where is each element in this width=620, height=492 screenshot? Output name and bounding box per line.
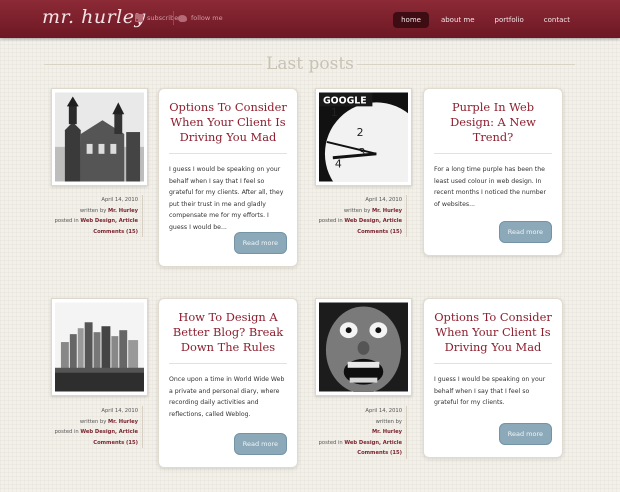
post-meta: April 14, 2010 written by Mr. Hurley pos… (317, 406, 407, 459)
header-divider (173, 11, 174, 25)
follow-link[interactable]: follow me (178, 14, 223, 22)
subscribe-link[interactable]: subscribe (135, 14, 178, 22)
post-excerpt: Once upon a time in World Wide Web a pri… (169, 376, 285, 418)
site-logo[interactable]: mr. hurley (42, 6, 146, 28)
post-title[interactable]: Options To Consider When Your Client Is … (169, 100, 287, 154)
clock-icon: 2 3 1 4 GOOGLE (319, 92, 408, 182)
post-categories[interactable]: Web Design, Article (344, 440, 402, 446)
post-meta: April 14, 2010 written by Mr. Hurley pos… (53, 406, 143, 448)
posted-in-label: posted in (54, 429, 79, 435)
post-comments[interactable]: Comments (15) (53, 227, 138, 238)
svg-text:1: 1 (331, 106, 338, 119)
post-author[interactable]: Mr. Hurley (372, 429, 402, 435)
post-title[interactable]: Purple In Web Design: A New Trend? (434, 100, 552, 154)
post-categories[interactable]: Web Design, Article (344, 218, 402, 224)
rss-icon (135, 14, 143, 22)
post-thumbnail[interactable] (51, 298, 148, 396)
post-comments[interactable]: Comments (15) (317, 227, 402, 238)
post-meta: April 14, 2010 written by Mr. Hurley pos… (317, 195, 407, 237)
post-comments[interactable]: Comments (15) (53, 438, 138, 449)
post-card: How To Design A Better Blog? Break Down … (158, 298, 298, 468)
post-date: April 14, 2010 (101, 197, 138, 203)
post-date: April 14, 2010 (365, 197, 402, 203)
building-icon (55, 92, 144, 182)
post-author[interactable]: Mr. Hurley (108, 208, 138, 214)
svg-text:3: 3 (359, 146, 366, 159)
nav-portfolio[interactable]: portfolio (487, 12, 532, 28)
post-excerpt: I guess I would be speaking on your beha… (169, 166, 284, 231)
post-card: Options To Consider When Your Client Is … (423, 298, 563, 458)
nav-home[interactable]: home (393, 12, 429, 28)
twitter-bird-icon (178, 14, 187, 22)
written-by-label: written by (79, 207, 107, 214)
nav-contact[interactable]: contact (536, 12, 578, 28)
post-excerpt: I guess I would be speaking on your beha… (434, 376, 546, 406)
read-more-button[interactable]: Read more (233, 232, 287, 254)
post-comments[interactable]: Comments (15) (317, 448, 402, 459)
read-more-button[interactable]: Read more (498, 423, 552, 445)
read-more-button[interactable]: Read more (498, 221, 552, 243)
follow-label: follow me (191, 14, 223, 22)
posted-in-label: posted in (318, 218, 343, 224)
post-title[interactable]: Options To Consider When Your Client Is … (434, 310, 552, 364)
written-by-label: written by (343, 207, 371, 214)
title-rule-right (357, 64, 575, 65)
post-author[interactable]: Mr. Hurley (108, 419, 138, 425)
post-meta: April 14, 2010 written by Mr. Hurley pos… (53, 195, 143, 237)
post-date: April 14, 2010 (101, 408, 138, 414)
post-excerpt: For a long time purple has been the leas… (434, 166, 547, 208)
nav-about-me[interactable]: about me (433, 12, 483, 28)
screaming-face-icon (319, 302, 408, 392)
post-thumbnail[interactable] (51, 88, 148, 186)
post-categories[interactable]: Web Design, Article (80, 429, 138, 435)
post-card: Options To Consider When Your Client Is … (158, 88, 298, 267)
post-date: April 14, 2010 (365, 408, 402, 414)
main-nav: home about me portfolio contact (393, 12, 578, 28)
post-title[interactable]: How To Design A Better Blog? Break Down … (169, 310, 287, 364)
written-by-label: written by (375, 418, 402, 425)
post-card: Purple In Web Design: A New Trend? For a… (423, 88, 563, 256)
read-more-button[interactable]: Read more (233, 433, 287, 455)
svg-text:2: 2 (357, 126, 364, 139)
posted-in-label: posted in (54, 218, 79, 224)
svg-text:4: 4 (335, 158, 342, 171)
site-header: mr. hurley subscribe follow me home abou… (0, 0, 620, 38)
post-thumbnail[interactable] (315, 298, 412, 396)
city-skyline-icon (55, 302, 144, 392)
posted-in-label: posted in (318, 439, 343, 446)
post-categories[interactable]: Web Design, Article (80, 218, 138, 224)
post-author[interactable]: Mr. Hurley (372, 208, 402, 214)
post-thumbnail[interactable]: 2 3 1 4 GOOGLE (315, 88, 412, 186)
image-caption: GOOGLE (323, 95, 367, 106)
written-by-label: written by (79, 418, 107, 425)
